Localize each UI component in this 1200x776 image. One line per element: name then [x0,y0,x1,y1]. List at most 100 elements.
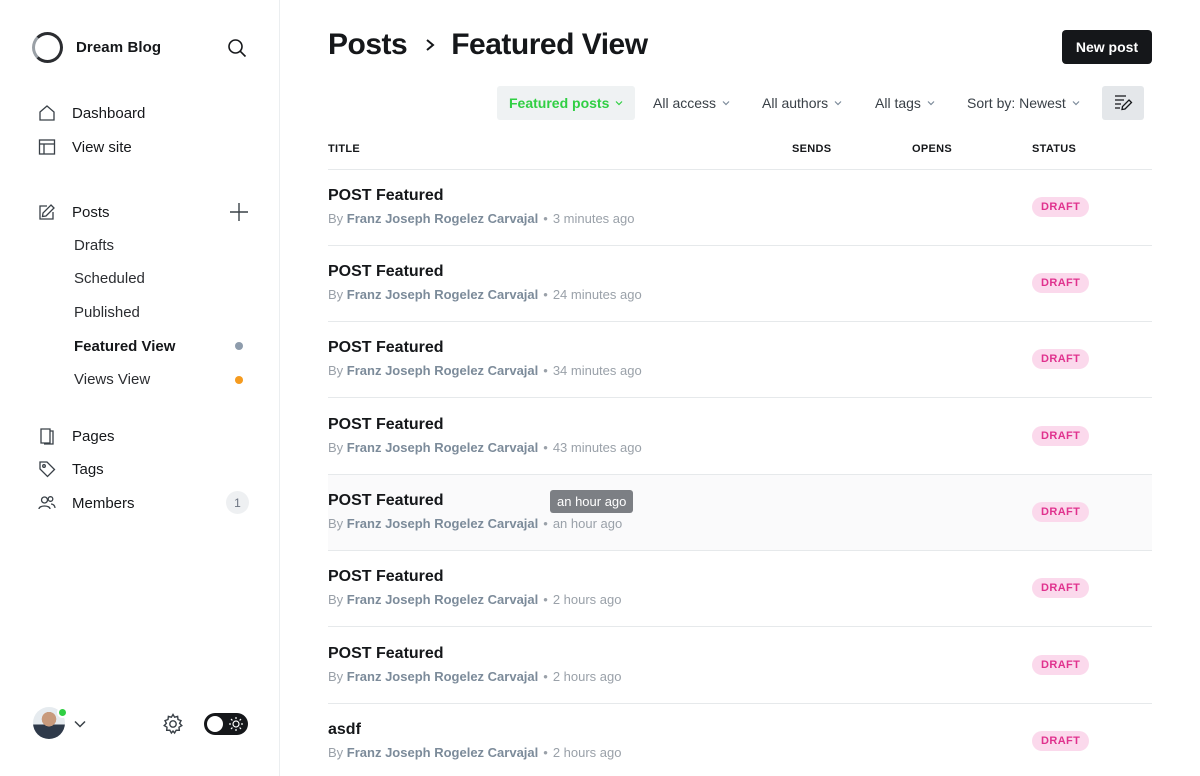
table-row[interactable]: POST Featured By Franz Joseph Rogelez Ca… [328,170,1152,246]
post-time: 2 hours ago [552,592,622,607]
views-view-color-dot [235,376,243,384]
edit-icon [39,204,55,220]
by-label: By [328,745,344,760]
chevron-down-icon [722,101,730,106]
filter-authors-dropdown[interactable]: All authors [750,86,854,120]
page-title: Featured View [451,28,648,61]
status-badge: DRAFT [1032,731,1090,751]
filter-access-dropdown[interactable]: All access [641,86,742,120]
separator-dot: • [543,363,548,378]
post-meta: By Franz Joseph Rogelez Carvajal • 2 hours… [328,745,621,760]
members-icon [38,496,56,510]
status-badge: DRAFT [1032,197,1090,217]
sidebar-item-scheduled[interactable]: Scheduled [74,269,145,289]
new-post-button[interactable]: New post [1062,30,1152,64]
separator-dot: • [543,516,548,531]
post-author: Franz Joseph Rogelez Carvajal [346,745,539,760]
table-row[interactable]: POST Featured By Franz Joseph Rogelez Ca… [328,246,1152,322]
post-meta: By Franz Joseph Rogelez Carvajal • an hour… [328,516,622,531]
table-row[interactable]: POST Featured By Franz Joseph Rogelez Ca… [328,628,1152,704]
members-count-badge: 1 [226,491,249,514]
post-title[interactable]: POST Featured [328,339,444,357]
page-icon [40,428,54,445]
post-author: Franz Joseph Rogelez Carvajal [346,592,539,607]
chevron-down-icon [927,101,935,106]
post-author: Franz Joseph Rogelez Carvajal [346,516,539,531]
filter-type-label: Featured posts [509,95,610,111]
breadcrumb: Posts Featured View [328,28,648,62]
status-badge: DRAFT [1032,273,1090,293]
post-title[interactable]: asdf [328,721,361,739]
status-badge: DRAFT [1032,502,1090,522]
filter-type-dropdown[interactable]: Featured posts [497,86,636,120]
column-opens[interactable]: OPENS [912,143,952,155]
post-author: Franz Joseph Rogelez Carvajal [346,287,539,302]
nav-view-site[interactable]: View site [38,136,132,158]
edit-list-icon [1115,95,1133,111]
separator-dot: • [543,745,548,760]
post-title[interactable]: POST Featured [328,187,444,205]
edit-view-button[interactable] [1102,86,1144,120]
post-time: 43 minutes ago [552,440,642,455]
post-time: an hour ago [552,516,623,531]
nav-tags-label: Tags [72,460,104,478]
nav-posts[interactable]: Posts [38,201,110,223]
post-title[interactable]: POST Featured [328,416,444,434]
brand-logo [32,32,63,63]
by-label: By [328,669,344,684]
separator-dot: • [543,211,548,226]
sun-icon [229,717,243,731]
post-author: Franz Joseph Rogelez Carvajal [346,363,539,378]
by-label: By [328,211,344,226]
post-title[interactable]: POST Featured [328,263,444,281]
table-row[interactable]: POST Featured By Franz Joseph Rogelez Ca… [328,475,1152,551]
layout-icon [38,139,56,155]
nav-members[interactable]: Members [38,492,135,514]
post-title[interactable]: POST Featured [328,568,444,586]
filter-tags-label: All tags [875,95,921,111]
column-title[interactable]: TITLE [328,143,360,155]
nav-dashboard[interactable]: Dashboard [38,102,145,124]
separator-dot: • [543,287,548,302]
chevron-down-icon[interactable] [73,717,87,731]
table-row[interactable]: POST Featured By Franz Joseph Rogelez Ca… [328,322,1152,398]
sidebar-item-views-view[interactable]: Views View [74,370,150,390]
table-row[interactable]: asdf By Franz Joseph Rogelez Carvajal • 2 … [328,704,1152,776]
chevron-down-icon [1072,101,1080,106]
sidebar: Dream Blog Dashboard View site Posts Dra… [0,0,280,776]
nav-tags[interactable]: Tags [38,458,104,480]
filter-tags-dropdown[interactable]: All tags [863,86,947,120]
brand[interactable]: Dream Blog [32,32,161,63]
chevron-down-icon [615,101,623,106]
column-sends[interactable]: SENDS [792,143,831,155]
post-meta: By Franz Joseph Rogelez Carvajal • 2 hours… [328,592,621,607]
table-row[interactable]: POST Featured By Franz Joseph Rogelez Ca… [328,551,1152,627]
sidebar-item-published[interactable]: Published [74,303,140,323]
post-author: Franz Joseph Rogelez Carvajal [346,440,539,455]
gear-icon[interactable] [162,713,184,735]
post-meta: By Franz Joseph Rogelez Carvajal • 43 minu… [328,440,642,455]
post-title[interactable]: POST Featured [328,492,444,510]
sidebar-item-featured-view[interactable]: Featured View [74,337,175,357]
column-status[interactable]: STATUS [1032,143,1076,155]
search-icon[interactable] [226,37,248,59]
nav-pages-label: Pages [72,427,115,445]
toggle-knob [207,716,223,732]
separator-dot: • [543,592,548,607]
sort-dropdown[interactable]: Sort by: Newest [955,86,1092,120]
by-label: By [328,516,344,531]
post-author: Franz Joseph Rogelez Carvajal [346,211,539,226]
nav-posts-label: Posts [72,203,110,221]
separator-dot: • [543,669,548,684]
post-meta: By Franz Joseph Rogelez Carvajal • 34 minu… [328,363,642,378]
nav-view-site-label: View site [72,138,132,156]
nav-pages[interactable]: Pages [38,425,115,447]
brand-name: Dream Blog [76,39,162,56]
theme-toggle[interactable] [204,713,248,735]
breadcrumb-parent[interactable]: Posts [328,28,408,62]
post-title[interactable]: POST Featured [328,645,444,663]
sidebar-item-drafts[interactable]: Drafts [74,236,114,256]
add-post-icon[interactable] [229,202,249,222]
sort-label: Sort by: Newest [967,95,1066,111]
table-row[interactable]: POST Featured By Franz Joseph Rogelez Ca… [328,399,1152,475]
